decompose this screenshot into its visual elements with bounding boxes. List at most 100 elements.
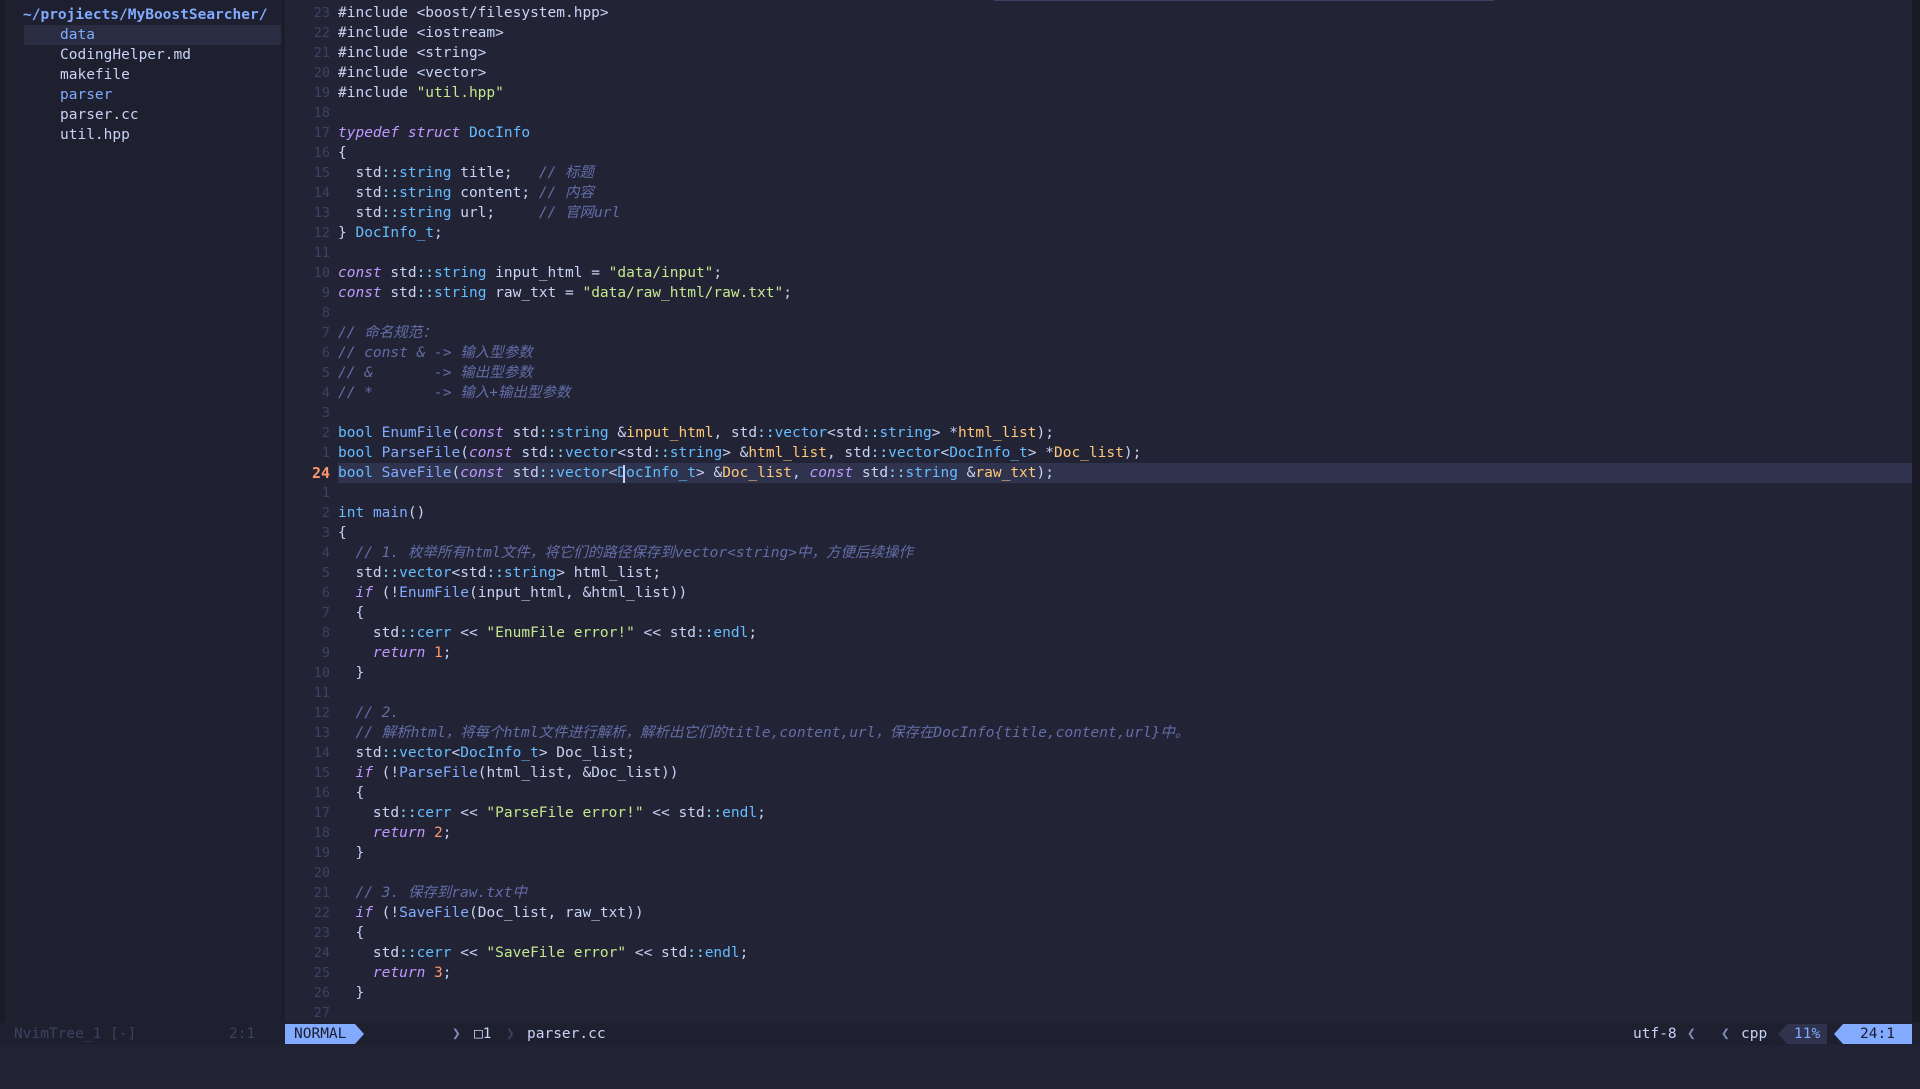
code-token: std [381,285,417,301]
code-line[interactable]: #include <iostream> [338,23,1912,43]
line-number: 3 [321,405,330,421]
code-line[interactable] [338,483,1912,503]
code-area[interactable]: #include <boost/filesystem.hpp> #include … [338,3,1912,1022]
code-line[interactable]: const std::string raw_txt = "data/raw_ht… [338,283,1912,303]
code-line[interactable]: { [338,523,1912,543]
code-line[interactable]: // 2. [338,703,1912,723]
code-token: DocInfo_t [460,745,539,761]
line-number: 6 [321,585,330,601]
line-number: 21 [313,45,330,61]
code-line[interactable] [338,303,1912,323]
code-line[interactable]: if (!EnumFile(input_html, &html_list)) [338,583,1912,603]
code-line[interactable]: if (!SaveFile(Doc_list, raw_txt)) [338,903,1912,923]
code-token: 1 [434,645,443,661]
code-line[interactable]: return 1; [338,643,1912,663]
code-token: :: [486,565,504,581]
code-token: << [451,625,487,641]
code-editor[interactable]: 23 22 21 20 19 18 17 16 15 14 13 12 11 10 9 8 7 6 5 4 3 2 1 24 1… [285,0,1912,1022]
code-token: :: [538,425,557,441]
code-line[interactable]: } [338,983,1912,1003]
code-line[interactable]: { [338,923,1912,943]
code-line[interactable] [338,243,1912,263]
code-line[interactable]: std::vector<DocInfo_t> Doc_list; [338,743,1912,763]
code-line[interactable] [338,683,1912,703]
code-line[interactable]: std::vector<std::string> html_list; [338,563,1912,583]
code-line[interactable]: std::cerr << "ParseFile error!" << std::… [338,803,1912,823]
diagnostics: □1 [474,1023,491,1045]
code-token: string [434,285,487,301]
code-line[interactable]: } [338,843,1912,863]
code-line[interactable]: std::cerr << "SaveFile error" << std::en… [338,943,1912,963]
code-line[interactable]: // 3. 保存到raw.txt中 [338,883,1912,903]
code-line[interactable]: int main() [338,503,1912,523]
code-token: :: [416,285,435,301]
code-line[interactable]: if (!ParseFile(html_list, &Doc_list)) [338,763,1912,783]
code-line[interactable]: } [338,663,1912,683]
code-token: :: [704,805,723,821]
code-line[interactable]: return 2; [338,823,1912,843]
code-line[interactable]: { [338,603,1912,623]
chevron-left-icon: ❮ [1721,1026,1730,1042]
code-token: endl [722,805,758,821]
code-line[interactable] [338,103,1912,123]
code-line[interactable]: // & -> 输出型参数 [338,363,1912,383]
code-token: const [809,465,854,481]
code-token: > * [931,425,958,441]
code-line[interactable]: typedef struct DocInfo [338,123,1912,143]
code-token: :: [381,745,400,761]
code-token: #include [338,25,417,41]
code-token: :: [757,425,775,441]
code-line[interactable]: { [338,783,1912,803]
code-line[interactable]: // * -> 输入+输出型参数 [338,383,1912,403]
line-number: 6 [321,345,330,361]
command-line[interactable] [0,1045,1920,1080]
code-line[interactable] [338,1003,1912,1022]
code-line[interactable]: std::string title; // 标题 [338,163,1912,183]
code-line[interactable]: bool EnumFile(const std::string &input_h… [338,423,1912,443]
code-token: DocInfo [468,125,531,141]
tree-folder[interactable]: data [24,25,281,45]
code-line[interactable]: #include "util.hpp" [338,83,1912,103]
code-token: std [338,205,382,221]
code-line[interactable]: // const & -> 输入型参数 [338,343,1912,363]
tree-file[interactable]: util.hpp [24,125,281,145]
code-token: std [338,805,400,821]
code-line[interactable]: // 解析html，将每个html文件进行解析，解析出它们的title,cont… [338,723,1912,743]
code-token: ); [1123,445,1142,461]
current-code-line[interactable]: bool SaveFile(const std::vector<DocInfo_… [338,463,1912,483]
file-tree-sidebar[interactable]: ~/projiects/MyBoostSearcher/ data CodingH… [5,0,281,1022]
code-line[interactable]: } DocInfo_t; [338,223,1912,243]
code-line[interactable]: return 3; [338,963,1912,983]
tree-file[interactable]: CodingHelper.md [24,45,281,65]
code-line[interactable]: // 1. 枚举所有html文件，将它们的路径保存到vector<string>… [338,543,1912,563]
code-line[interactable] [338,863,1912,883]
tree-cursor-position: 2:1 [229,1026,256,1042]
code-token: } [338,665,365,681]
code-line[interactable] [338,403,1912,423]
code-token: :: [416,265,435,281]
code-line[interactable]: #include <vector> [338,63,1912,83]
code-line[interactable]: std::string url; // 官网url [338,203,1912,223]
code-line[interactable]: std::cerr << "EnumFile error!" << std::e… [338,623,1912,643]
code-line[interactable]: #include <boost/filesystem.hpp> [338,3,1912,23]
code-line[interactable]: bool ParseFile(const std::vector<std::st… [338,443,1912,463]
tree-folder[interactable]: parser [24,85,281,105]
tree-file[interactable]: parser.cc [24,105,281,125]
code-line[interactable]: std::string content; // 内容 [338,183,1912,203]
file-tree-root[interactable]: ~/projiects/MyBoostSearcher/ [23,5,267,25]
code-line[interactable]: // 命名规范： [338,323,1912,343]
code-token: :: [399,945,417,961]
code-line[interactable]: #include <string> [338,43,1912,63]
code-token: << [451,945,487,961]
line-number: 4 [321,545,330,561]
tree-file[interactable]: makefile [24,65,281,85]
line-number: 20 [313,865,330,881]
code-line[interactable]: const std::string input_html = "data/inp… [338,263,1912,283]
scroll-percent: 11% [1787,1024,1828,1044]
code-token: ; [783,285,792,301]
code-line[interactable]: { [338,143,1912,163]
line-number: 23 [313,925,330,941]
